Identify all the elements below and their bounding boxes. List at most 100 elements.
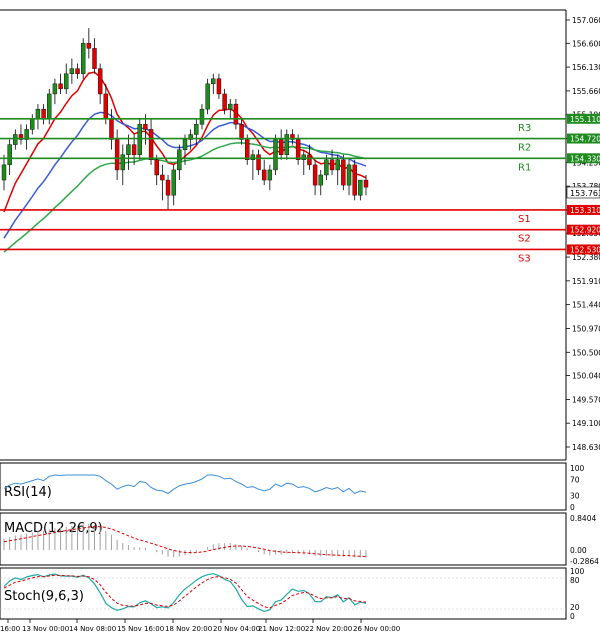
macd-axis: 0.8404 0.00 -0.2864 xyxy=(570,514,599,566)
time-tick-label: 22 Nov 20:00 xyxy=(305,625,352,633)
level-price-text: 154.330 xyxy=(570,154,600,163)
rsi-tick-label: 100 xyxy=(570,464,585,473)
price-tick-label: 150.970 xyxy=(572,324,600,333)
time-tick-label: 20 Nov 04:00 xyxy=(213,625,260,633)
stoch-axis: 10080 200 xyxy=(570,567,585,621)
candle-body xyxy=(346,164,352,186)
rsi-label: RSI(14) xyxy=(4,485,52,500)
candle-body xyxy=(120,154,125,171)
macd-label: MACD(12,26,9) xyxy=(4,521,103,536)
time-tick-label: 16:00 xyxy=(0,625,20,633)
level-price-text: 152.530 xyxy=(570,245,600,254)
candle-body xyxy=(80,43,86,74)
rsi-tick-label: 30 xyxy=(570,491,580,500)
price-tick-label: 151.910 xyxy=(572,277,600,286)
candle-body xyxy=(199,108,205,125)
candle-body xyxy=(352,164,357,196)
candle-body xyxy=(335,159,340,171)
level-name: R1 xyxy=(518,162,531,173)
level-name: S3 xyxy=(518,253,531,264)
price-tick-label: 156.600 xyxy=(572,39,600,48)
candle-body xyxy=(165,179,171,196)
macd-tick-label: -0.2864 xyxy=(570,557,599,566)
candle-body xyxy=(137,124,142,155)
candle-body xyxy=(329,159,335,171)
candle-body xyxy=(216,78,222,95)
candle-body xyxy=(177,149,182,171)
level-name: R3 xyxy=(518,123,531,134)
candle-body xyxy=(86,43,92,49)
candle-body xyxy=(143,124,148,130)
candle-body xyxy=(245,139,250,161)
candle-body xyxy=(131,144,137,155)
level-price-text: 155.110 xyxy=(570,115,600,124)
price-tick-label: 157.060 xyxy=(572,16,600,25)
rsi-axis: 100 70 30 0 xyxy=(570,464,585,512)
price-tick-label: 148.630 xyxy=(572,443,600,452)
level-price-text: 153.310 xyxy=(570,206,600,215)
main-panel: 157.060156.600156.130155.660155.190154.7… xyxy=(0,9,600,461)
time-tick-label: 15 Nov 16:00 xyxy=(117,625,164,633)
candle-body xyxy=(341,159,346,186)
candle-body xyxy=(233,103,239,125)
candle-body xyxy=(211,78,216,85)
price-tick-label: 150.500 xyxy=(572,348,600,357)
candle-body xyxy=(30,119,35,130)
candle-body xyxy=(154,159,159,176)
level-name: S1 xyxy=(518,214,531,225)
chart-canvas: 157.060156.600156.130155.660155.190154.7… xyxy=(0,9,600,633)
candle-body xyxy=(284,134,290,155)
price-tick-label: 156.130 xyxy=(572,63,600,72)
price-tick-label: 149.100 xyxy=(572,419,600,428)
time-tick-label: 14 Nov 08:00 xyxy=(69,625,116,633)
level-price-text: 152.920 xyxy=(570,226,600,235)
candle-body xyxy=(69,68,75,74)
candle-body xyxy=(267,169,273,181)
candle-body xyxy=(295,139,301,161)
candle-body xyxy=(103,93,109,120)
candle-body xyxy=(312,164,318,186)
rsi-tick-label: 0 xyxy=(570,503,575,512)
candle-body xyxy=(92,48,97,69)
candle-body xyxy=(239,124,244,140)
stoch-tick-label: 100 xyxy=(570,567,585,576)
candle-body xyxy=(160,174,165,181)
candle-body xyxy=(52,83,58,95)
stoch-tick-label: 80 xyxy=(570,576,580,585)
candle-body xyxy=(182,139,188,150)
candle-body xyxy=(148,129,154,161)
candle-body xyxy=(35,108,41,120)
macd-tick-label: 0.00 xyxy=(570,546,587,555)
candle-body xyxy=(363,179,369,188)
candle-body xyxy=(1,164,7,181)
candle-body xyxy=(261,169,267,181)
candle-body xyxy=(75,68,80,74)
candle-body xyxy=(273,139,278,171)
candle-body xyxy=(47,93,52,120)
candle-body xyxy=(58,83,63,90)
rsi-tick-label: 70 xyxy=(570,476,580,485)
macd-panel: MACD(12,26,9) 0.8404 0.00 -0.2864 xyxy=(0,512,599,566)
candle-body xyxy=(41,108,46,120)
price-tick-label: 155.660 xyxy=(572,87,600,96)
level-name: S2 xyxy=(518,234,531,245)
candle-body xyxy=(97,68,103,95)
candle-body xyxy=(126,144,131,155)
time-tick-label: 21 Nov 12:00 xyxy=(258,625,305,633)
candle-body xyxy=(13,134,18,145)
rsi-panel: RSI(14) 100 70 30 0 xyxy=(0,462,585,512)
candle-body xyxy=(307,154,312,166)
stoch-tick-label: 0 xyxy=(570,612,575,621)
price-tick-label: 150.040 xyxy=(572,372,600,381)
candle-body xyxy=(109,119,114,140)
candle-body xyxy=(114,139,120,171)
candle-body xyxy=(205,83,210,110)
candle-body xyxy=(171,169,176,196)
time-tick-label: 13 Nov 00:00 xyxy=(22,625,69,633)
macd-tick-label: 0.8404 xyxy=(570,514,596,523)
current-price-label: 153.763 xyxy=(566,186,600,199)
candle-body xyxy=(318,174,323,186)
candle-body xyxy=(222,93,227,110)
time-tick-label: 26 Nov 00:00 xyxy=(353,625,400,633)
candle-body xyxy=(194,124,199,135)
